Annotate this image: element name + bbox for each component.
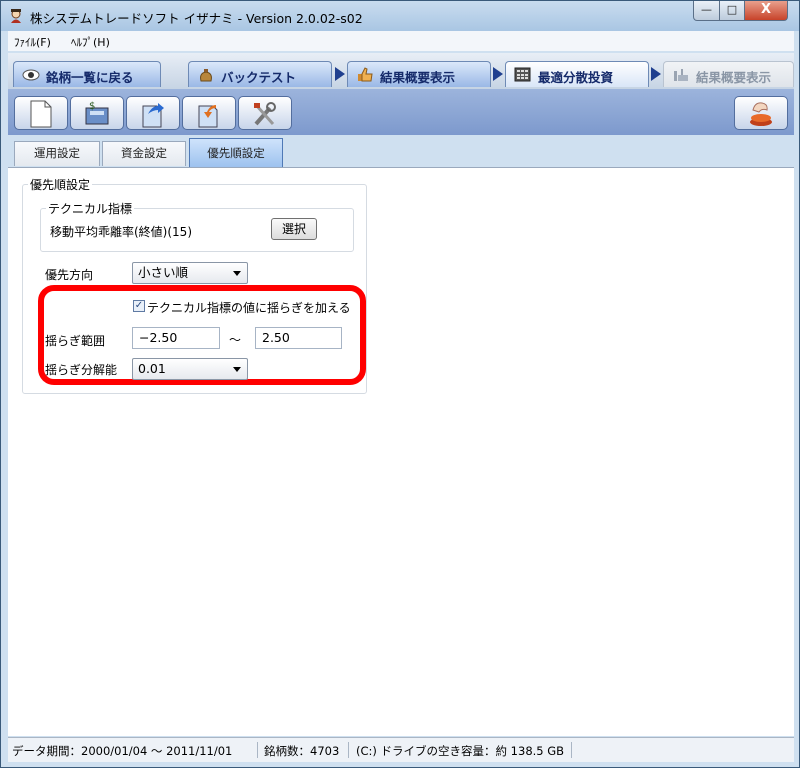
jitter-checkbox[interactable]: ✓ <box>133 300 145 312</box>
priority-direction-label: 優先方向 <box>45 268 94 282</box>
jitter-resolution-label: 揺らぎ分解能 <box>45 363 118 377</box>
priority-settings-panel: 優先順設定 テクニカル指標 移動平均乖離率(終値)(15) 選択 優先方向 小さ… <box>8 167 794 736</box>
export-icon <box>142 103 164 128</box>
select-indicator-button[interactable]: 選択 <box>271 218 317 240</box>
flow-arrow-icon <box>493 67 503 81</box>
calculator-icon <box>514 67 531 82</box>
toolbar: $ <box>8 89 794 135</box>
chevron-down-icon <box>233 271 241 276</box>
eye-icon <box>22 69 40 81</box>
new-document-icon <box>30 100 52 128</box>
new-button[interactable] <box>14 96 68 130</box>
app-logo-icon <box>11 9 21 23</box>
status-data-period: データ期間：2000/01/04 ～ 2011/11/01 <box>12 744 233 758</box>
status-stock-count: 銘柄数：4703 <box>264 744 340 758</box>
factory-icon <box>674 69 688 81</box>
maximize-button[interactable]: □ <box>719 1 745 21</box>
status-divider <box>348 742 349 758</box>
tools-icon <box>254 102 276 126</box>
menu-help[interactable]: ﾍﾙﾌﾟ(H) <box>71 34 110 50</box>
priority-group-caption: 優先順設定 <box>28 176 93 193</box>
import-icon <box>198 105 218 128</box>
flow-arrow-icon <box>335 67 345 81</box>
jitter-range-min-input[interactable]: −2.50 <box>132 327 220 349</box>
hand-icon <box>750 102 772 126</box>
range-separator: ～ <box>229 333 242 347</box>
priority-direction-select[interactable]: 小さい順 <box>132 262 248 284</box>
settings-tab-strip: 運用設定 資金設定 優先順設定 <box>8 138 794 168</box>
jitter-resolution-value: 0.01 <box>138 361 166 376</box>
status-divider <box>257 742 258 758</box>
menu-bar: ﾌｧｲﾙ(F) ﾍﾙﾌﾟ(H) <box>8 31 794 51</box>
nav-tab-label: 結果概要表示 <box>380 70 456 85</box>
nav-tab-label: 結果概要表示 <box>696 70 772 85</box>
nav-tab-optimal-diversification[interactable]: 最適分散投資 <box>505 61 649 87</box>
technical-indicator-value: 移動平均乖離率(終値)(15) <box>50 225 192 239</box>
status-divider <box>571 742 572 758</box>
nav-tab-label: 銘柄一覧に戻る <box>46 70 134 85</box>
nav-tab-stock-list[interactable]: 銘柄一覧に戻る <box>13 61 161 87</box>
thumbs-up-icon <box>358 67 373 82</box>
money-calc-icon: $ <box>85 101 109 125</box>
svg-text:$: $ <box>89 101 95 112</box>
jitter-range-label: 揺らぎ範囲 <box>45 334 106 348</box>
money-settings-button[interactable]: $ <box>70 96 124 130</box>
nav-tab-label: バックテスト <box>221 70 297 85</box>
technical-indicator-caption: テクニカル指標 <box>46 200 135 217</box>
tab-operation-settings[interactable]: 運用設定 <box>14 141 100 166</box>
jitter-resolution-select[interactable]: 0.01 <box>132 358 248 380</box>
priority-direction-value: 小さい順 <box>138 265 189 280</box>
status-disk-space: (C:) ドライブの空き容量：約 138.5 GB <box>356 744 565 758</box>
tools-button[interactable] <box>238 96 292 130</box>
workflow-nav: 銘柄一覧に戻る バックテスト 結果概要表示 最適分散投資 結果概要表示 <box>8 53 794 89</box>
nav-tab-results-summary[interactable]: 結果概要表示 <box>347 61 491 87</box>
import-button[interactable] <box>182 96 236 130</box>
tab-fund-settings[interactable]: 資金設定 <box>102 141 186 166</box>
jitter-checkbox-label: テクニカル指標の値に揺らぎを加える <box>147 301 351 315</box>
flow-arrow-icon <box>651 67 661 81</box>
jitter-range-max-input[interactable]: 2.50 <box>255 327 342 349</box>
window-title: 株システムトレードソフト イザナミ - Version 2.0.02-s02 <box>30 11 363 26</box>
money-bag-icon <box>200 69 212 82</box>
export-button[interactable] <box>126 96 180 130</box>
nav-tab-backtest[interactable]: バックテスト <box>188 61 332 87</box>
chevron-down-icon <box>233 367 241 372</box>
tab-priority-settings[interactable]: 優先順設定 <box>189 138 283 167</box>
nav-tab-label: 最適分散投資 <box>538 70 614 85</box>
title-bar: 株システムトレードソフト イザナミ - Version 2.0.02-s02 —… <box>1 1 799 31</box>
close-button[interactable]: X <box>744 1 788 21</box>
status-bar: データ期間：2000/01/04 ～ 2011/11/01 銘柄数：4703 (… <box>8 737 794 762</box>
menu-file[interactable]: ﾌｧｲﾙ(F) <box>14 34 51 50</box>
help-assistant-button[interactable] <box>734 96 788 130</box>
minimize-button[interactable]: — <box>693 1 720 21</box>
nav-tab-results-summary-2[interactable]: 結果概要表示 <box>663 61 794 87</box>
app-window: 株システムトレードソフト イザナミ - Version 2.0.02-s02 —… <box>0 0 800 768</box>
